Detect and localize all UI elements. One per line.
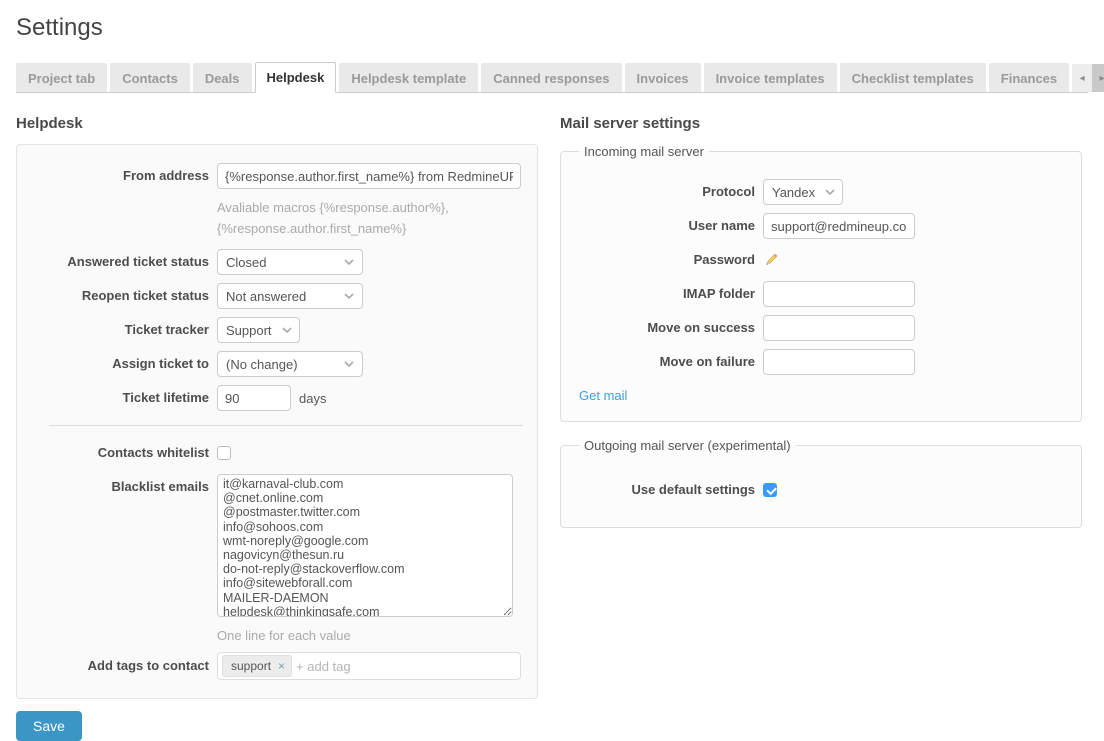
add-tag-input[interactable]: [296, 659, 516, 674]
tab-contacts[interactable]: Contacts: [110, 63, 190, 92]
ticket-lifetime-label: Ticket lifetime: [33, 385, 209, 411]
contacts-whitelist-checkbox[interactable]: [217, 446, 231, 460]
tab-helpdesk-template[interactable]: Helpdesk template: [339, 63, 478, 92]
tab-helpdesk[interactable]: Helpdesk: [255, 62, 337, 93]
assign-ticket-to-select[interactable]: (No change): [217, 351, 363, 377]
move-on-failure-input[interactable]: [763, 349, 915, 375]
blacklist-hint: One line for each value: [217, 625, 527, 646]
tab-invoices[interactable]: Invoices: [625, 63, 701, 92]
imap-folder-input[interactable]: [763, 281, 915, 307]
ticket-lifetime-input[interactable]: [217, 385, 291, 411]
move-on-success-label: Move on success: [577, 315, 755, 341]
protocol-label: Protocol: [577, 179, 755, 205]
chevron-down-icon: [825, 189, 835, 195]
settings-page: Settings Project tab Contacts Deals Help…: [0, 0, 1104, 741]
ticket-tracker-label: Ticket tracker: [33, 317, 209, 343]
incoming-mail-server-fieldset: Incoming mail server Protocol Yandex Use…: [560, 144, 1082, 422]
edit-password-pencil-icon[interactable]: [763, 249, 779, 271]
use-default-settings-checkbox[interactable]: [763, 483, 777, 497]
tab-scrollers: ◂ ▸: [1072, 64, 1104, 92]
tab-invoice-templates[interactable]: Invoice templates: [704, 63, 837, 92]
macros-hint: Avaliable macros {%response.author%}, {%…: [217, 197, 527, 239]
helpdesk-panel: From address Avaliable macros {%response…: [16, 144, 538, 699]
password-label: Password: [577, 247, 755, 273]
imap-folder-label: IMAP folder: [577, 281, 755, 307]
use-default-settings-label: Use default settings: [577, 477, 755, 503]
chevron-down-icon: [344, 293, 354, 299]
chevron-down-icon: [282, 327, 292, 333]
page-title: Settings: [16, 14, 1088, 42]
chevron-down-icon: [344, 361, 354, 367]
section-divider: [49, 425, 523, 426]
answered-status-select[interactable]: Closed: [217, 249, 363, 275]
blacklist-emails-textarea[interactable]: it@karnaval-club.com @cnet.online.com @p…: [217, 474, 513, 617]
tab-finances[interactable]: Finances: [989, 63, 1069, 92]
save-button[interactable]: Save: [16, 711, 82, 741]
tag-chip-support: support ×: [222, 655, 292, 677]
reopen-status-select[interactable]: Not answered: [217, 283, 363, 309]
user-name-label: User name: [577, 213, 755, 239]
chevron-down-icon: [344, 259, 354, 265]
incoming-mail-server-legend: Incoming mail server: [579, 144, 709, 159]
move-on-success-input[interactable]: [763, 315, 915, 341]
tag-close-icon[interactable]: ×: [278, 659, 285, 673]
assign-ticket-to-label: Assign ticket to: [33, 351, 209, 377]
blacklist-emails-label: Blacklist emails: [33, 474, 209, 500]
answered-status-label: Answered ticket status: [33, 249, 209, 275]
get-mail-link[interactable]: Get mail: [579, 388, 627, 403]
reopen-status-label: Reopen ticket status: [33, 283, 209, 309]
outgoing-mail-server-legend: Outgoing mail server (experimental): [579, 438, 796, 453]
ticket-tracker-select[interactable]: Support: [217, 317, 300, 343]
contacts-whitelist-label: Contacts whitelist: [33, 440, 209, 466]
protocol-select[interactable]: Yandex: [763, 179, 843, 205]
helpdesk-heading: Helpdesk: [16, 115, 538, 132]
tab-checklist-templates[interactable]: Checklist templates: [840, 63, 986, 92]
ticket-lifetime-suffix: days: [299, 391, 326, 406]
from-address-input[interactable]: [217, 163, 521, 189]
mail-server-settings-heading: Mail server settings: [560, 115, 1082, 132]
from-address-label: From address: [33, 163, 209, 189]
settings-tabbar: Project tab Contacts Deals Helpdesk Help…: [16, 62, 1088, 93]
tab-deals[interactable]: Deals: [193, 63, 252, 92]
outgoing-mail-server-fieldset: Outgoing mail server (experimental) Use …: [560, 438, 1082, 528]
tag-chip-label: support: [231, 659, 271, 673]
add-tags-label: Add tags to contact: [33, 653, 209, 679]
tab-scroll-right-icon[interactable]: ▸: [1092, 64, 1104, 92]
move-on-failure-label: Move on failure: [577, 349, 755, 375]
user-name-input[interactable]: [763, 213, 915, 239]
tab-project-tab[interactable]: Project tab: [16, 63, 107, 92]
tab-scroll-left-icon[interactable]: ◂: [1072, 64, 1092, 92]
tab-canned-responses[interactable]: Canned responses: [481, 63, 621, 92]
tags-input-box[interactable]: support ×: [217, 652, 521, 680]
